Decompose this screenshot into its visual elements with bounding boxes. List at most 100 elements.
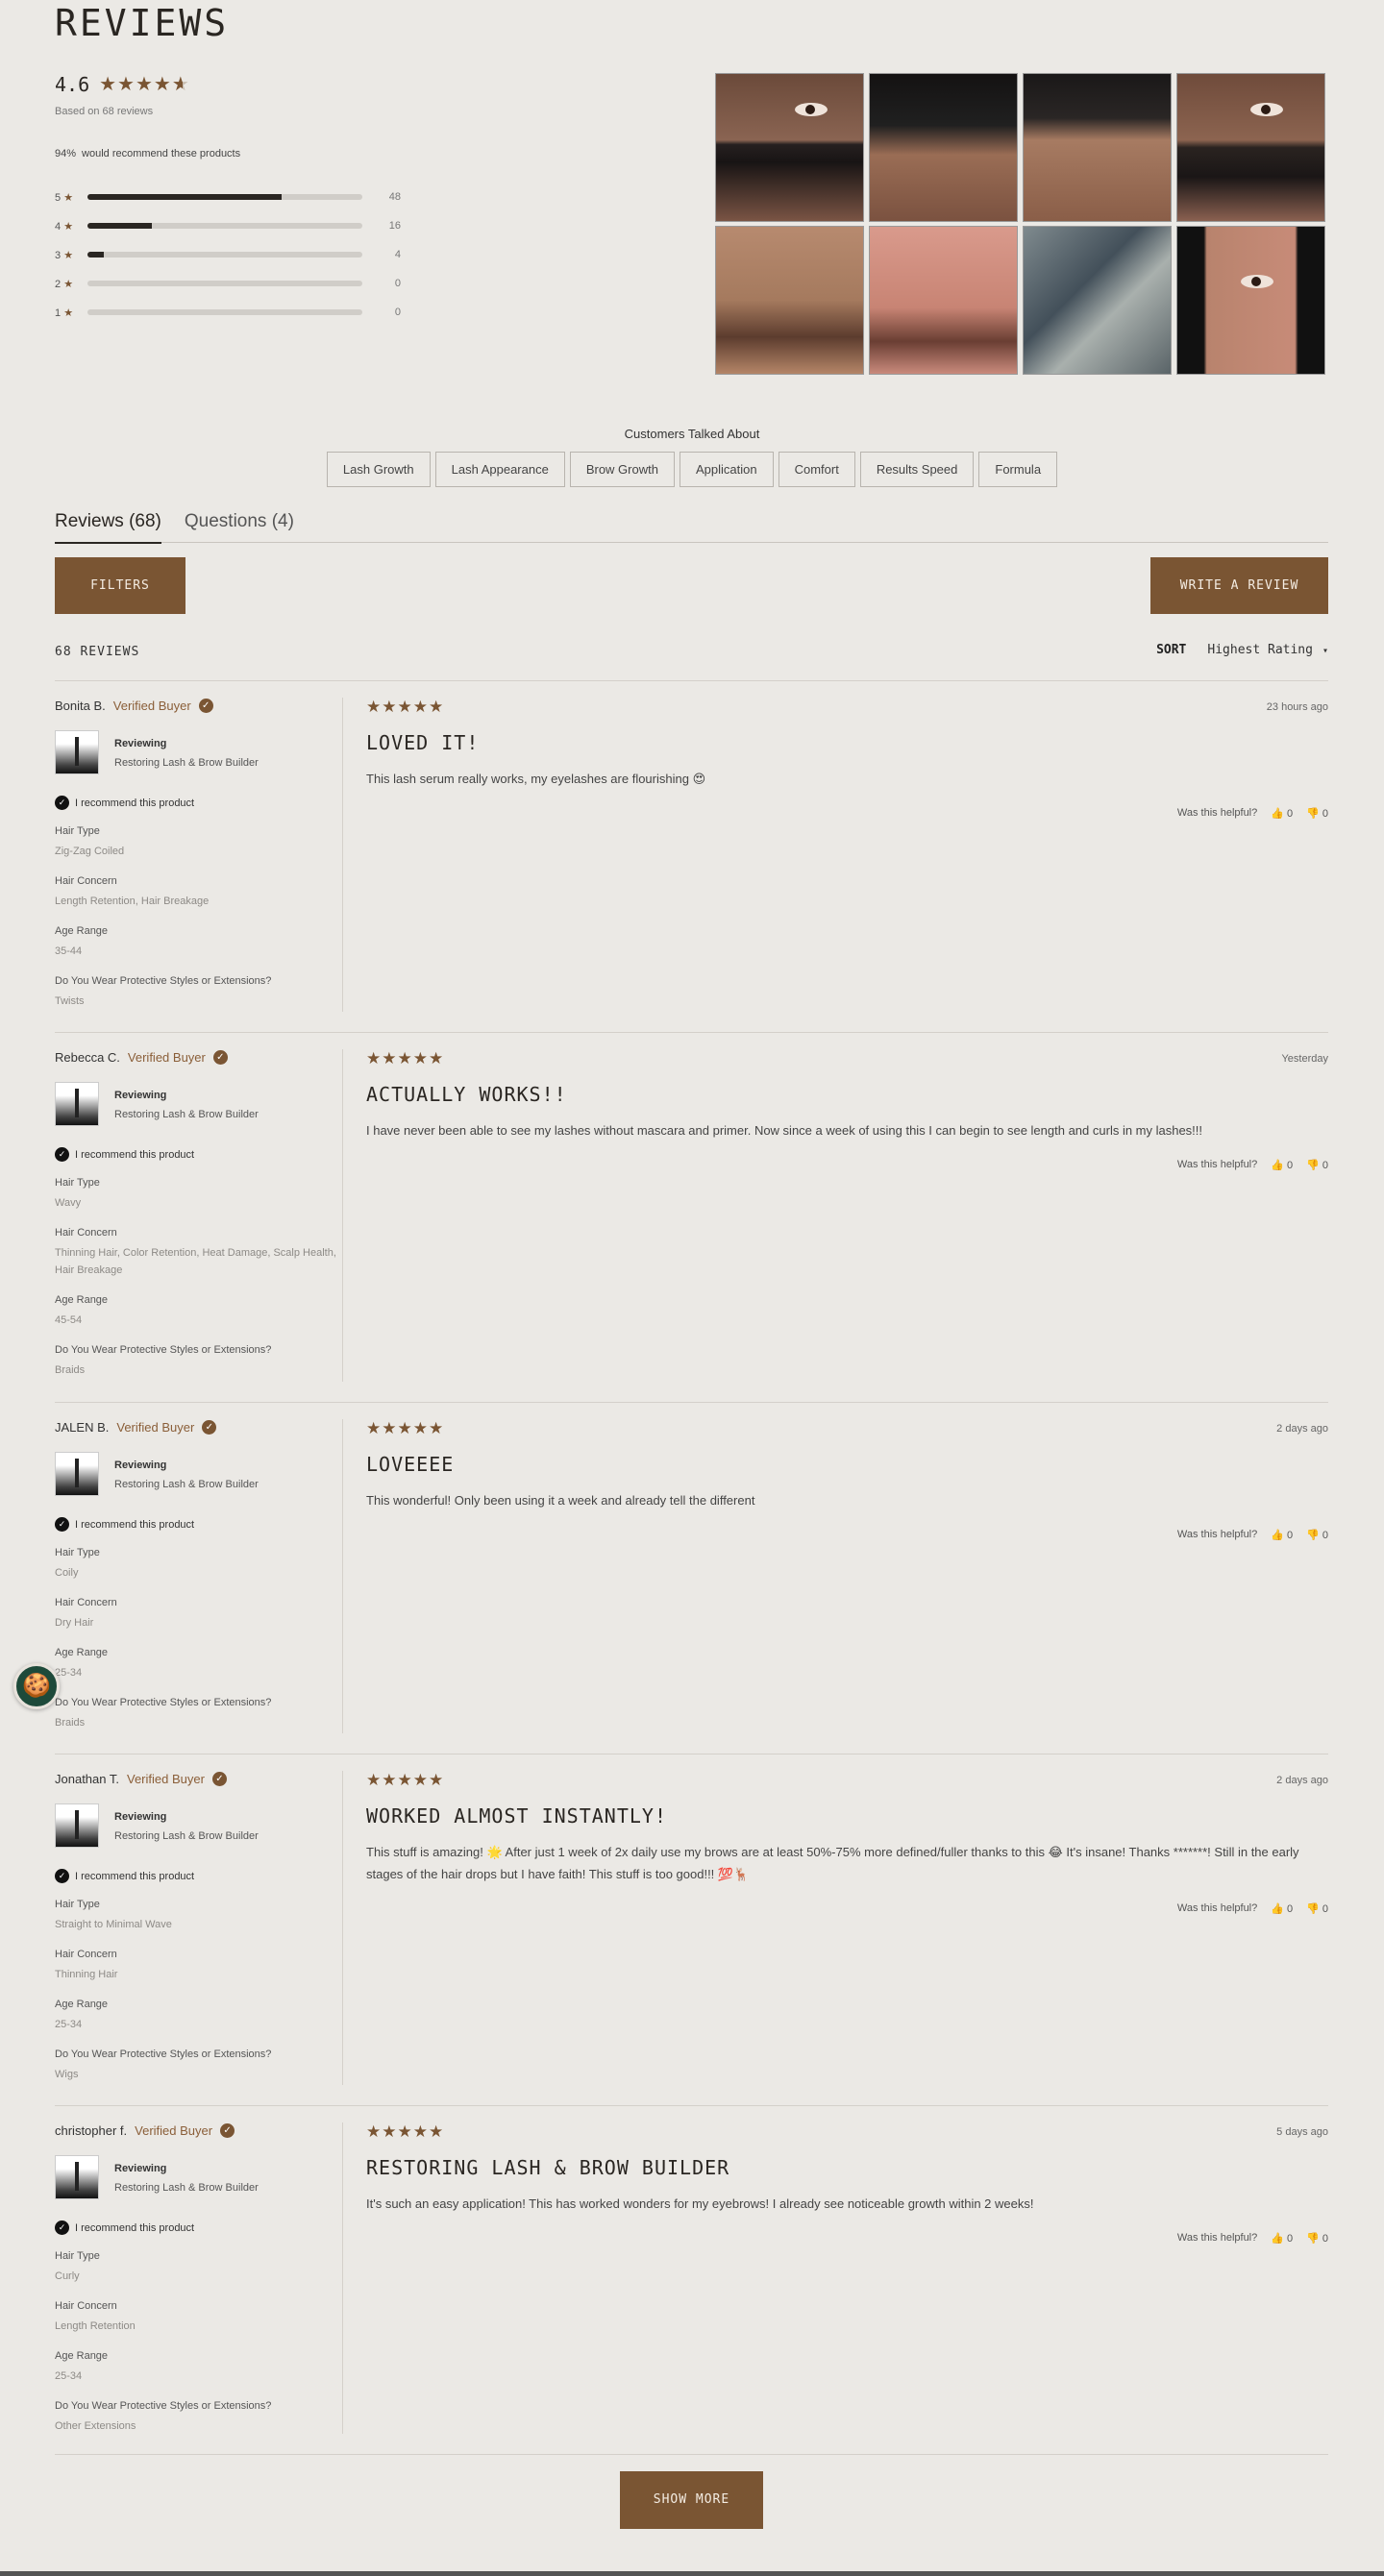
- topic-chip[interactable]: Brow Growth: [569, 452, 675, 487]
- attribute-key: Do You Wear Protective Styles or Extensi…: [55, 2049, 272, 2060]
- reviewed-product[interactable]: Reviewing Restoring Lash & Brow Builder: [55, 1082, 343, 1126]
- vote-down-button[interactable]: 👎 0: [1306, 1902, 1328, 1915]
- reviewer-attribute: Do You Wear Protective Styles or Extensi…: [55, 975, 343, 1010]
- review-photo[interactable]: [715, 73, 864, 222]
- star-icon: ★: [63, 220, 74, 233]
- attribute-key: Hair Type: [55, 1547, 100, 1558]
- attribute-value: Length Retention, Hair Breakage: [55, 895, 210, 907]
- vote-up-button[interactable]: 👍 0: [1271, 1902, 1293, 1915]
- sort-select[interactable]: Highest Rating ▾: [1207, 643, 1328, 657]
- review-photo[interactable]: [869, 73, 1018, 222]
- check-icon: ✓: [211, 1771, 227, 1786]
- attribute-key: Do You Wear Protective Styles or Extensi…: [55, 1697, 272, 1708]
- review-divider: [342, 698, 343, 1012]
- product-name: Restoring Lash & Brow Builder: [114, 1830, 259, 1842]
- vote-down-button[interactable]: 👎 0: [1306, 2232, 1328, 2245]
- topic-chip[interactable]: Results Speed: [859, 452, 975, 487]
- helpful-votes: Was this helpful? 👍 0 👎 0: [366, 1529, 1328, 1541]
- reviewed-product[interactable]: Reviewing Restoring Lash & Brow Builder: [55, 730, 343, 774]
- attribute-key: Age Range: [55, 2350, 109, 2362]
- author-name: Jonathan T.: [55, 1771, 119, 1786]
- reviewer-attribute: Hair Concern Dry Hair: [55, 1597, 343, 1631]
- review-photo[interactable]: [1023, 226, 1172, 375]
- reviewer-attribute: Age Range 45-54: [55, 1294, 343, 1329]
- vote-up-button[interactable]: 👍 0: [1271, 1159, 1293, 1171]
- verified-badge: Verified Buyer: [127, 1049, 206, 1065]
- review-content: ★★★★★ Yesterday ACTUALLY WORKS!! I have nev…: [366, 1049, 1328, 1171]
- recommend-badge: ✓ I recommend this product: [55, 796, 343, 810]
- review-date: 2 days ago: [1276, 1423, 1328, 1435]
- product-thumbnail: [55, 1452, 99, 1496]
- product-name: Restoring Lash & Brow Builder: [114, 757, 259, 769]
- verified-badge: Verified Buyer: [135, 2122, 213, 2138]
- show-more-button[interactable]: SHOW MORE: [620, 2471, 763, 2529]
- review-photo[interactable]: [1176, 226, 1325, 375]
- reviewed-product[interactable]: Reviewing Restoring Lash & Brow Builder: [55, 1452, 343, 1496]
- topic-chip[interactable]: Formula: [978, 452, 1058, 487]
- product-thumbnail: [55, 1803, 99, 1848]
- histogram-count: 0: [394, 307, 401, 318]
- attribute-key: Age Range: [55, 925, 109, 937]
- reviewer-attribute: Hair Concern Thinning Hair: [55, 1949, 343, 1983]
- attribute-value: 35-44: [55, 945, 83, 957]
- attribute-key: Age Range: [55, 1294, 109, 1306]
- tab-questions[interactable]: Questions (4): [185, 511, 294, 543]
- review-body: This wonderful! Only been using it a wee…: [366, 1493, 755, 1508]
- reviewer-attribute: Do You Wear Protective Styles or Extensi…: [55, 2049, 343, 2083]
- histogram-bar: [86, 252, 363, 258]
- review-content: ★★★★★ 5 days ago RESTORING LASH & BROW BUI…: [366, 2122, 1328, 2245]
- histogram-bar-fill: [86, 194, 283, 200]
- histogram-row[interactable]: 3 ★ 4: [55, 240, 401, 269]
- review-card: Bonita B. Verified Buyer ✓ Reviewing Restori…: [55, 698, 1328, 1033]
- page-title: REVIEWS: [55, 2, 230, 44]
- recommend-badge: ✓ I recommend this product: [55, 1517, 343, 1532]
- review-photo[interactable]: [1176, 73, 1325, 222]
- histogram-row[interactable]: 5 ★ 48: [55, 183, 401, 211]
- attribute-key: Hair Concern: [55, 2300, 117, 2312]
- review-card: Jonathan T. Verified Buyer ✓ Reviewing Resto…: [55, 1771, 1328, 2106]
- reviewed-product[interactable]: Reviewing Restoring Lash & Brow Builder: [55, 2155, 343, 2199]
- review-body: I have never been able to see my lashes …: [366, 1123, 1203, 1138]
- vote-down-button[interactable]: 👎 0: [1306, 1159, 1328, 1171]
- topic-chip[interactable]: Lash Appearance: [434, 452, 565, 487]
- review-photo[interactable]: [869, 226, 1018, 375]
- vote-down-button[interactable]: 👎 0: [1306, 1529, 1328, 1541]
- reviewer-attribute: Age Range 25-34: [55, 1999, 343, 2033]
- reviewed-product[interactable]: Reviewing Restoring Lash & Brow Builder: [55, 1803, 343, 1848]
- histogram-bar-fill: [86, 223, 152, 229]
- review-photo[interactable]: [715, 226, 864, 375]
- vote-up-button[interactable]: 👍 0: [1271, 1529, 1293, 1541]
- attribute-value: 25-34: [55, 2370, 83, 2382]
- average-stars: ★★★★★ ★: [99, 74, 190, 95]
- review-divider: [342, 2122, 343, 2434]
- attribute-key: Hair Concern: [55, 1227, 117, 1239]
- reviewer-info: christopher f. Verified Buyer ✓ Reviewing Re…: [55, 2122, 343, 2435]
- topic-chip[interactable]: Lash Growth: [326, 452, 431, 487]
- vote-up-button[interactable]: 👍 0: [1271, 2232, 1293, 2245]
- vote-down-button[interactable]: 👎 0: [1306, 807, 1328, 820]
- cookie-settings-icon[interactable]: 🍪: [13, 1663, 60, 1709]
- tab-reviews[interactable]: Reviews (68): [55, 511, 161, 544]
- topic-chip[interactable]: Application: [679, 452, 774, 487]
- review-count: 68 REVIEWS: [55, 645, 140, 659]
- topic-chip[interactable]: Comfort: [778, 452, 855, 487]
- review-photo[interactable]: [1023, 73, 1172, 222]
- helpful-votes: Was this helpful? 👍 0 👎 0: [366, 2232, 1328, 2245]
- vote-up-button[interactable]: 👍 0: [1271, 807, 1293, 820]
- sort-label: SORT: [1156, 643, 1187, 657]
- write-review-button[interactable]: WRITE A REVIEW: [1150, 557, 1328, 614]
- histogram-count: 48: [388, 191, 401, 203]
- histogram-star-label: 1 ★: [55, 307, 74, 319]
- filters-button[interactable]: FILTERS: [55, 557, 185, 614]
- histogram-row[interactable]: 1 ★ 0: [55, 298, 401, 327]
- thumbs-up-icon: ✓: [55, 796, 69, 810]
- review-stars: ★★★★★: [366, 1771, 445, 1789]
- histogram-bar: [86, 223, 363, 229]
- histogram-row[interactable]: 2 ★ 0: [55, 269, 401, 298]
- reviewer-attribute: Hair Type Straight to Minimal Wave: [55, 1899, 343, 1933]
- attribute-key: Hair Concern: [55, 1597, 117, 1608]
- histogram-row[interactable]: 4 ★ 16: [55, 211, 401, 240]
- reviewing-label: Reviewing: [114, 1811, 167, 1823]
- reviewer-attribute: Age Range 35-44: [55, 925, 343, 960]
- review-stars: ★★★★★: [366, 2122, 445, 2141]
